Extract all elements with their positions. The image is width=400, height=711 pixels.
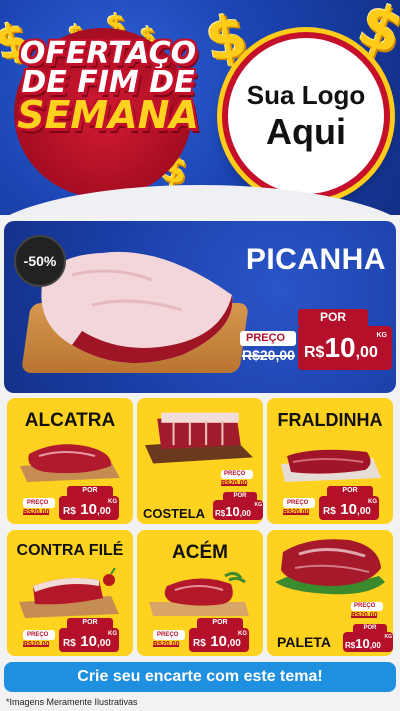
por-label: POR [197,618,243,628]
product-card-acem[interactable]: ACÉM POR PREÇO R$20,00 R$ 10,00 KG [137,530,263,656]
old-price: R$20,00 [23,641,50,648]
new-price: R$10,00 KG [298,326,392,370]
old-price: R$20,00 [221,480,248,487]
product-card-fraldinha[interactable]: FRALDINHA POR PREÇO R$20,00 R$ 10,00 KG [267,398,393,524]
alcatra-image [20,444,120,482]
featured-product-name: PICANHA [245,243,386,276]
logo-text-line-1: Sua Logo [246,79,366,110]
contra-file-image [19,568,119,618]
new-price: R$10,00 KG [213,500,263,520]
logo-text-line-2: Aqui [266,110,346,152]
por-label: POR [327,486,373,496]
preco-label: PREÇO [240,331,296,346]
product-name: FRALDINHA [277,410,383,430]
preco-label: PREÇO [153,630,185,640]
product-name: CONTRA FILÉ [16,542,124,559]
strike-line [242,355,295,357]
por-label: POR [298,309,368,326]
page-title: OFERTAÇO DE FIM DE SEMANA [8,39,208,137]
discount-badge: -50% [14,235,66,287]
preco-label: PREÇO [23,630,55,640]
new-price: R$10,00 KG [343,632,393,652]
preco-label: PREÇO [221,470,253,479]
product-card-paleta[interactable]: PALETA PREÇO R$20,00 POR R$10,00 KG [267,530,393,656]
price-tag: POR PREÇO R$20,00 R$ 10,00 KG [21,618,129,654]
featured-price-tag: POR PREÇO R$20,00 R$10,00 KG [236,309,396,373]
price-tag: PREÇO R$20,00 POR R$10,00 KG [341,602,393,654]
preco-label: PREÇO [283,498,315,508]
acem-image [149,571,249,616]
product-name: COSTELA [142,506,206,521]
preco-label: PREÇO [351,602,383,611]
product-card-costela[interactable]: COSTELA PREÇO R$20,00 POR R$10,00 KG [137,398,263,524]
por-label: POR [223,492,257,500]
new-price: R$ 10,00 KG [189,628,249,652]
product-card-alcatra[interactable]: ALCATRA POR PREÇO R$20,00 R$ 10,00 KG [7,398,133,524]
old-price: R$20,00 [283,509,310,516]
price-tag: POR PREÇO R$20,00 R$ 10,00 KG [151,618,259,654]
create-flyer-button[interactable]: Crie seu encarte com este tema! [4,662,396,692]
old-price: R$20,00 [23,509,50,516]
old-price: R$20,00 [242,347,295,363]
por-label: POR [353,624,387,632]
new-price: R$ 10,00 KG [319,496,379,520]
price-tag: PREÇO R$20,00 POR R$10,00 KG [211,470,263,522]
featured-product-card[interactable]: -50% PICANHA POR PREÇO R$20,00 R$10,00 K… [4,221,396,393]
product-name: PALETA [277,634,331,650]
por-label: POR [67,486,113,496]
price-tag: POR PREÇO R$20,00 R$ 10,00 KG [281,486,389,522]
title-line-3: SEMANA [17,93,199,137]
price-tag: POR PREÇO R$20,00 R$ 10,00 KG [21,486,129,522]
fraldinha-image [281,449,381,482]
header-banner: $ $ $ $ $ $ $ OFERTAÇO DE FIM DE SEMANA … [0,0,400,215]
logo-placeholder[interactable]: Sua Logo Aqui [222,32,390,200]
product-name: ALCATRA [24,410,116,431]
costela-image [145,412,253,464]
por-label: POR [67,618,113,628]
new-price: R$ 10,00 KG [59,628,119,652]
preco-label: PREÇO [23,498,55,508]
old-price: R$20,00 [351,612,378,619]
product-name: ACÉM [172,542,228,563]
product-card-contra-file[interactable]: CONTRA FILÉ POR PREÇO R$20,00 R$ 10,00 K… [7,530,133,656]
disclaimer-text: *Imagens Meramente Ilustrativas [6,697,138,707]
new-price: R$ 10,00 KG [59,496,119,520]
paleta-image [275,539,385,595]
old-price: R$20,00 [153,641,180,648]
